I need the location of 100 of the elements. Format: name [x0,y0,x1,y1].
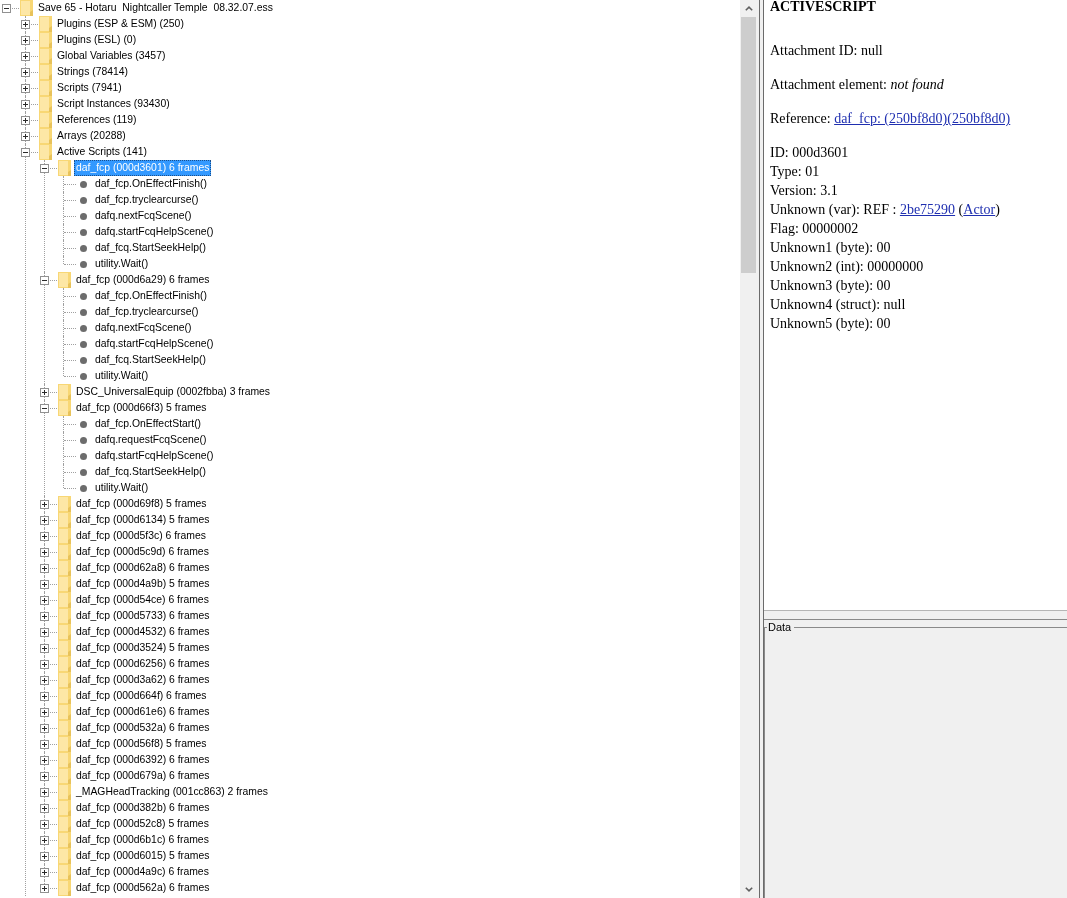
expand-icon[interactable] [40,851,49,861]
expand-icon[interactable] [40,771,49,781]
tree-item[interactable]: daf_fcp (000d679a) 6 frames [74,768,212,784]
tree-item[interactable]: daf_fcp (000d6392) 6 frames [74,752,212,768]
tree-item[interactable]: daf_fcp (000d664f) 6 frames [74,688,209,704]
tree-item[interactable]: Script Instances (93430) [55,96,172,112]
tree-item[interactable]: daf_fcp (000d3524) 5 frames [74,640,212,656]
hyperlink[interactable]: 2be75290 [899,202,956,217]
expand-icon[interactable] [21,19,30,29]
expand-icon[interactable] [40,659,49,669]
tree-item[interactable]: daf_fcp (000d562a) 6 frames [74,880,212,896]
tree-item[interactable]: daf_fcp (000d5c9d) 6 frames [74,544,211,560]
collapse-icon[interactable] [21,147,30,157]
tree-item[interactable]: Strings (78414) [55,64,131,80]
tree-item[interactable]: daf_fcp.tryclearcurse() [93,192,201,208]
tree-item[interactable]: Save 65 - Hotaru Nightcaller Temple 08.32.07.ess [36,0,275,16]
tree-item[interactable]: daf_fcp (000d5733) 6 frames [74,608,212,624]
tree-item[interactable]: daf_fcp (000d6015) 5 frames [74,848,212,864]
expand-icon[interactable] [40,579,49,589]
folder-icon [58,800,71,816]
tree-item[interactable]: daf_fcp (000d69f8) 5 frames [74,496,209,512]
tree-item[interactable]: dafq.startFcqHelpScene() [93,336,216,352]
tree-item[interactable]: daf_fcp (000d6256) 6 frames [74,656,212,672]
tree-item[interactable]: Plugins (ESL) (0) [55,32,139,48]
expand-icon[interactable] [40,755,49,765]
tree-item[interactable]: daf_fcp (000d66f3) 5 frames [74,400,209,416]
tree-item[interactable]: utility.Wait() [93,480,151,496]
expand-icon[interactable] [40,595,49,605]
tree-item[interactable]: daf_fcq.StartSeekHelp() [93,464,208,480]
tree-item[interactable]: daf_fcp (000d62a8) 6 frames [74,560,212,576]
tree-item[interactable]: daf_fcp (000d532a) 6 frames [74,720,212,736]
tree-item[interactable]: utility.Wait() [93,368,151,384]
expand-icon[interactable] [21,83,30,93]
hyperlink[interactable]: Actor [963,202,996,217]
tree-item[interactable]: utility.Wait() [93,256,151,272]
tree-item[interactable]: _MAGHeadTracking (001cc863) 2 frames [74,784,270,800]
tree-item[interactable]: dafq.startFcqHelpScene() [93,448,216,464]
tree-item[interactable]: daf_fcp (000d6b1c) 6 frames [74,832,211,848]
tree-item[interactable]: daf_fcp (000d5f3c) 6 frames [74,528,208,544]
expand-icon[interactable] [40,499,49,509]
expand-icon[interactable] [40,675,49,685]
tree-item[interactable]: dafq.startFcqHelpScene() [93,224,216,240]
expand-icon[interactable] [40,723,49,733]
expand-icon[interactable] [40,819,49,829]
expand-icon[interactable] [40,691,49,701]
expand-icon[interactable] [40,563,49,573]
tree-item[interactable]: daf_fcp (000d4a9c) 6 frames [74,864,211,880]
tree-item[interactable]: Plugins (ESP & ESM) (250) [55,16,186,32]
tree-item[interactable]: daf_fcp (000d52c8) 5 frames [74,816,211,832]
collapse-icon[interactable] [2,3,11,13]
folder-icon [20,0,33,16]
tree-item[interactable]: Arrays (20288) [55,128,128,144]
tree-item[interactable]: Scripts (7941) [55,80,124,96]
tree-item[interactable]: daf_fcq.StartSeekHelp() [93,352,208,368]
collapse-icon[interactable] [40,275,49,285]
hyperlink[interactable]: daf_fcp: (250bf8d0)(250bf8d0) [834,111,1011,126]
tree-item[interactable]: Active Scripts (141) [55,144,150,160]
expand-icon[interactable] [21,51,30,61]
expand-icon[interactable] [40,643,49,653]
tree-item[interactable]: daf_fcp.OnEffectFinish() [93,176,209,192]
expand-icon[interactable] [40,803,49,813]
tree-item[interactable]: daf_fcp (000d6134) 5 frames [74,512,212,528]
expand-icon[interactable] [40,515,49,525]
tree-item[interactable]: daf_fcp (000d56f8) 5 frames [74,736,209,752]
expand-icon[interactable] [40,627,49,637]
expand-icon[interactable] [40,547,49,557]
expand-icon[interactable] [21,67,30,77]
tree-item[interactable]: daf_fcq.StartSeekHelp() [93,240,208,256]
expand-icon[interactable] [40,883,49,893]
expand-icon[interactable] [40,611,49,621]
tree-item[interactable]: daf_fcp (000d382b) 6 frames [74,800,212,816]
expand-icon[interactable] [40,787,49,797]
tree-item[interactable]: dafq.nextFcqScene() [93,208,194,224]
expand-icon[interactable] [40,739,49,749]
tree-item[interactable]: daf_fcp.OnEffectFinish() [93,288,209,304]
tree-item[interactable]: daf_fcp (000d54ce) 6 frames [74,592,211,608]
tree-item[interactable]: daf_fcp.OnEffectStart() [93,416,204,432]
tree-item[interactable]: daf_fcp (000d4a9b) 5 frames [74,576,212,592]
tree-item[interactable]: dafq.nextFcqScene() [93,320,194,336]
tree-item[interactable]: daf_fcp.tryclearcurse() [93,304,201,320]
collapse-icon[interactable] [40,163,49,173]
expand-icon[interactable] [40,867,49,877]
tree-item[interactable]: daf_fcp (000d61e6) 6 frames [74,704,212,720]
expand-icon[interactable] [21,115,30,125]
tree-item[interactable]: DSC_UniversalEquip (0002fbba) 3 frames [74,384,273,400]
tree-item[interactable]: Global Variables (3457) [55,48,168,64]
scroll-thumb[interactable] [741,17,756,273]
expand-icon[interactable] [21,99,30,109]
expand-icon[interactable] [21,35,30,45]
tree-item[interactable]: daf_fcp (000d4532) 6 frames [74,624,212,640]
expand-icon[interactable] [40,387,49,397]
tree-item[interactable]: dafq.requestFcqScene() [93,432,209,448]
expand-icon[interactable] [40,835,49,845]
tree-item[interactable]: daf_fcp (000d3a62) 6 frames [74,672,212,688]
tree-item[interactable]: References (119) [55,112,139,128]
collapse-icon[interactable] [40,403,49,413]
expand-icon[interactable] [40,707,49,717]
expand-icon[interactable] [21,131,30,141]
tree-item[interactable]: daf_fcp (000d6a29) 6 frames [74,272,212,288]
expand-icon[interactable] [40,531,49,541]
